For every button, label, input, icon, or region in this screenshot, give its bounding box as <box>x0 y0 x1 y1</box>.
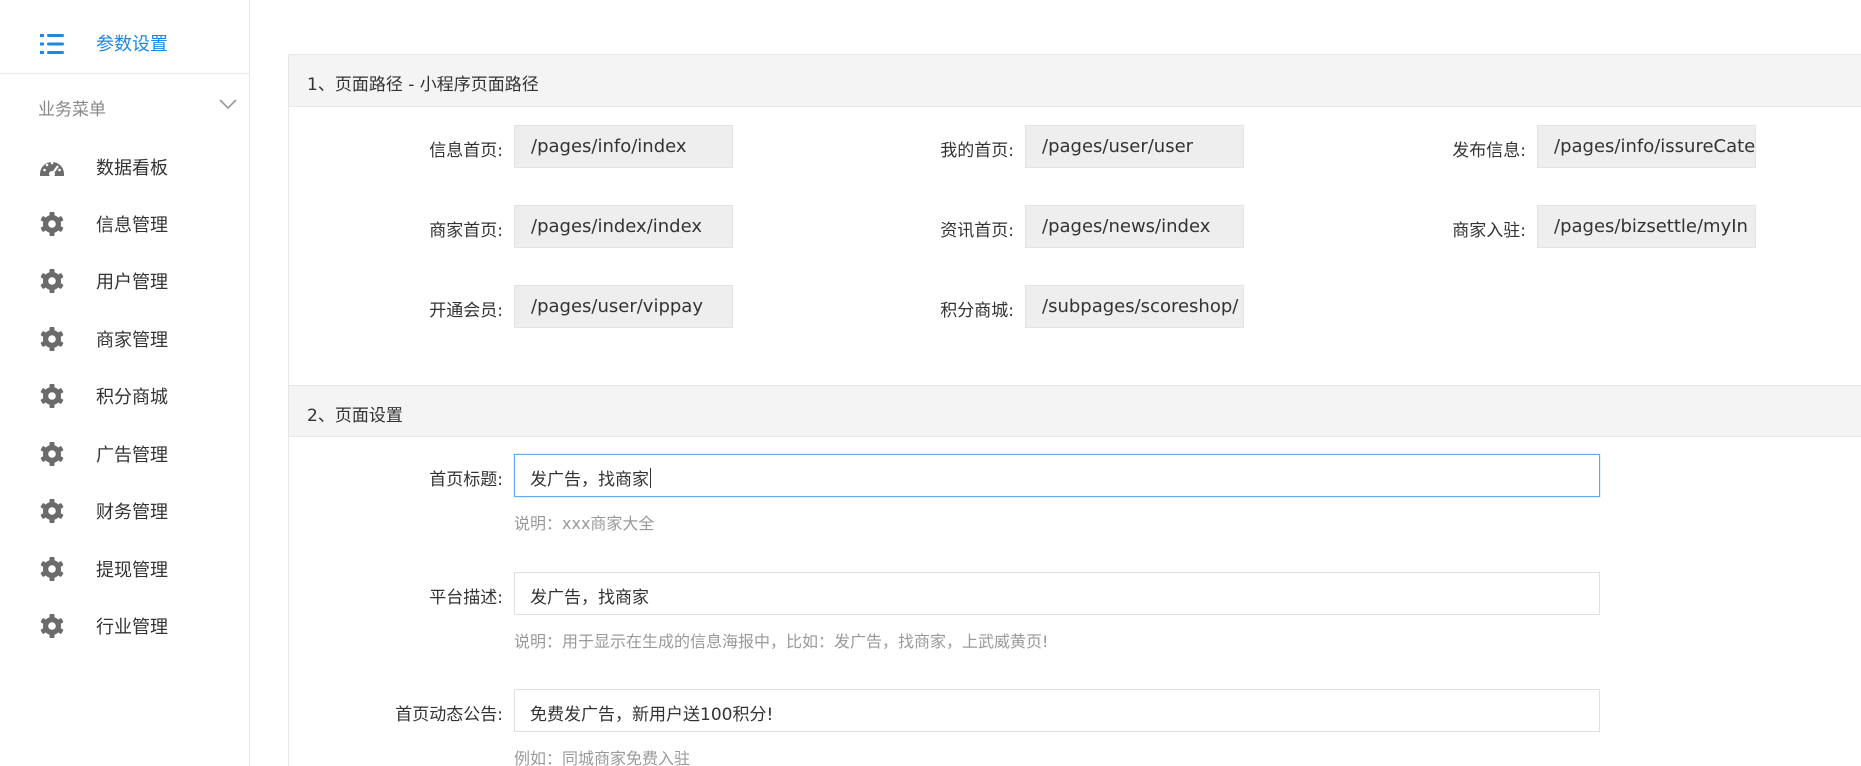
sidebar-group-label: 业务菜单 <box>38 100 106 120</box>
path-field-vip[interactable]: /pages/user/vippay <box>514 285 733 328</box>
chevron-down-icon <box>219 99 237 110</box>
path-field-merchant-home[interactable]: /pages/index/index <box>514 205 733 248</box>
sidebar-item-label: 广告管理 <box>96 445 168 466</box>
path-field-merchant-settle[interactable]: /pages/bizsettle/myIn <box>1537 205 1756 248</box>
sidebar-title: 参数设置 <box>96 34 168 55</box>
sidebar-item-label: 用户管理 <box>96 272 168 293</box>
sidebar-item-label: 行业管理 <box>96 617 168 638</box>
input-value: 发广告，找商家 <box>530 470 649 490</box>
section-title: 2、页面设置 <box>307 406 403 426</box>
field-label-info-home: 信息首页: <box>429 141 503 161</box>
field-label-merchant-home: 商家首页: <box>429 221 503 241</box>
sidebar-item-info-management[interactable]: 信息管理 <box>0 198 250 250</box>
text-caret <box>650 468 651 488</box>
input-value: 发广告，找商家 <box>530 588 649 608</box>
gear-icon <box>40 269 64 293</box>
gear-icon <box>40 442 64 466</box>
sidebar-item-label: 商家管理 <box>96 330 168 351</box>
field-label-home-title: 首页标题: <box>429 470 503 490</box>
gear-icon <box>40 384 64 408</box>
field-label-platform-desc: 平台描述: <box>429 588 503 608</box>
path-field-info-home[interactable]: /pages/info/index <box>514 125 733 168</box>
home-title-hint: 说明：xxx商家大全 <box>514 514 655 533</box>
gear-icon <box>40 614 64 638</box>
platform-desc-hint: 说明：用于显示在生成的信息海报中，比如：发广告，找商家，上武威黄页! <box>514 632 1049 651</box>
path-field-publish-info[interactable]: /pages/info/issureCate <box>1537 125 1756 168</box>
field-label-my-home: 我的首页: <box>940 141 1014 161</box>
section-header-page-settings: 2、页面设置 <box>289 385 1861 437</box>
field-label-news-home: 资讯首页: <box>940 221 1014 241</box>
sidebar-group-header[interactable]: 业务菜单 <box>0 75 250 135</box>
sidebar-item-label: 提现管理 <box>96 560 168 581</box>
home-title-input[interactable]: 发广告，找商家 <box>514 454 1600 497</box>
sidebar-item-label: 财务管理 <box>96 502 168 523</box>
sidebar-item-withdraw-management[interactable]: 提现管理 <box>0 543 250 595</box>
sidebar-item-merchant-management[interactable]: 商家管理 <box>0 313 250 365</box>
home-notice-hint: 例如：同城商家免费入驻 <box>514 749 691 766</box>
dashboard-gauge-icon <box>40 161 64 177</box>
field-label-vip: 开通会员: <box>429 301 503 321</box>
section-header-page-paths: 1、页面路径 - 小程序页面路径 <box>289 55 1861 107</box>
sidebar-item-ad-management[interactable]: 广告管理 <box>0 428 250 480</box>
sidebar-header[interactable]: 参数设置 <box>0 0 250 74</box>
gear-icon <box>40 499 64 523</box>
sidebar: 参数设置 业务菜单 数据看板 信息管理 用户管理 商家管理 积分商城 广告管理 … <box>0 0 250 766</box>
home-notice-input[interactable]: 免费发广告，新用户送100积分! <box>514 689 1600 732</box>
sidebar-item-label: 积分商城 <box>96 387 168 408</box>
sidebar-item-points-mall[interactable]: 积分商城 <box>0 370 250 422</box>
sidebar-item-dashboard[interactable]: 数据看板 <box>0 141 250 193</box>
menu-list-icon <box>40 34 64 54</box>
path-field-news-home[interactable]: /pages/news/index <box>1025 205 1244 248</box>
field-label-points-mall: 积分商城: <box>940 301 1014 321</box>
sidebar-item-label: 数据看板 <box>96 158 168 179</box>
sidebar-item-user-management[interactable]: 用户管理 <box>0 255 250 307</box>
sidebar-item-label: 信息管理 <box>96 215 168 236</box>
sidebar-item-finance-management[interactable]: 财务管理 <box>0 485 250 537</box>
section-title: 1、页面路径 - 小程序页面路径 <box>307 75 539 95</box>
field-label-home-notice: 首页动态公告: <box>395 705 503 725</box>
gear-icon <box>40 327 64 351</box>
field-label-publish-info: 发布信息: <box>1452 141 1526 161</box>
settings-panel: 1、页面路径 - 小程序页面路径 信息首页: /pages/info/index… <box>288 54 1861 766</box>
input-value: 免费发广告，新用户送100积分! <box>530 705 774 725</box>
gear-icon <box>40 212 64 236</box>
gear-icon <box>40 557 64 581</box>
field-label-merchant-settle: 商家入驻: <box>1452 221 1526 241</box>
path-field-my-home[interactable]: /pages/user/user <box>1025 125 1244 168</box>
platform-desc-input[interactable]: 发广告，找商家 <box>514 572 1600 615</box>
sidebar-item-industry-management[interactable]: 行业管理 <box>0 600 250 652</box>
path-field-points-mall[interactable]: /subpages/scoreshop/ <box>1025 285 1244 328</box>
